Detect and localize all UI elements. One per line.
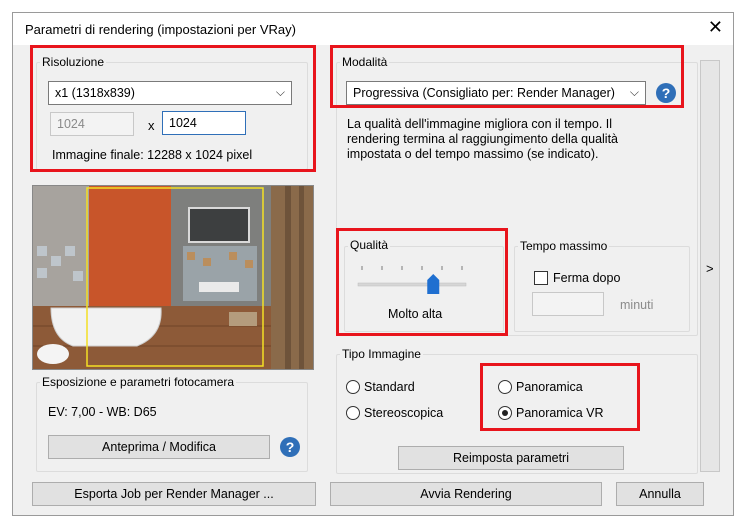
radio-standard-label: Standard [364,380,415,394]
quality-slider-graphic [357,266,467,294]
radio-standard[interactable] [346,380,360,394]
exposure-values: EV: 7,00 - WB: D65 [48,405,157,419]
stop-after-checkbox[interactable] [534,271,548,285]
start-rendering-button[interactable]: Avvia Rendering [330,482,602,506]
reset-parameters-button[interactable]: Reimposta parametri [398,446,624,470]
preview-edit-button[interactable]: Anteprima / Modifica [48,435,270,459]
resolution-select[interactable]: x1 (1318x839) ⌵ [48,81,292,105]
bathroom-render-preview [33,186,313,369]
width-field[interactable]: 1024 [50,112,134,136]
title-bar: Parametri di rendering (impostazioni per… [13,13,733,45]
height-field[interactable]: 1024 [162,111,246,135]
close-icon[interactable]: ✕ [708,17,723,38]
expand-panel[interactable]: > [700,60,720,472]
quality-slider[interactable] [356,260,468,300]
chevron-down-icon: ⌵ [627,85,639,100]
help-icon[interactable]: ? [656,83,676,103]
quality-value: Molto alta [388,307,443,321]
mode-group-label: Modalità [340,55,390,69]
cancel-button[interactable]: Annulla [616,482,704,506]
final-image-size: Immagine finale: 12288 x 1024 pixel [52,148,253,162]
radio-panoramic-vr[interactable] [498,406,512,420]
radio-panoramic-label: Panoramica [516,380,583,394]
max-time-group-label: Tempo massimo [518,239,610,253]
quality-group-label: Qualità [348,238,391,252]
radio-stereoscopic-label: Stereoscopica [364,406,444,420]
resolution-group-label: Risoluzione [40,55,107,69]
window-title: Parametri di rendering (impostazioni per… [25,22,296,37]
radio-panoramic-vr-label: Panoramica VR [516,406,604,420]
preview-image [32,185,314,370]
image-type-group-label: Tipo Immagine [340,347,423,361]
radio-panoramic[interactable] [498,380,512,394]
help-icon[interactable]: ? [280,437,300,457]
minutes-unit-label: minuti [620,298,654,312]
expand-arrow-icon: > [706,261,714,276]
mode-select[interactable]: Progressiva (Consigliato per: Render Man… [346,81,646,105]
times-label: x [148,118,155,133]
exposure-group-label: Esposizione e parametri fotocamera [40,375,237,389]
mode-description: La qualità dell'immagine migliora con il… [347,117,619,161]
export-job-button[interactable]: Esporta Job per Render Manager ... [32,482,316,506]
resolution-select-value: x1 (1318x839) [55,86,135,100]
radio-stereoscopic[interactable] [346,406,360,420]
minutes-field[interactable] [532,292,604,316]
mode-select-value: Progressiva (Consigliato per: Render Man… [353,86,615,100]
max-time-group [514,246,690,332]
stop-after-label: Ferma dopo [553,271,621,285]
chevron-down-icon: ⌵ [275,85,285,99]
